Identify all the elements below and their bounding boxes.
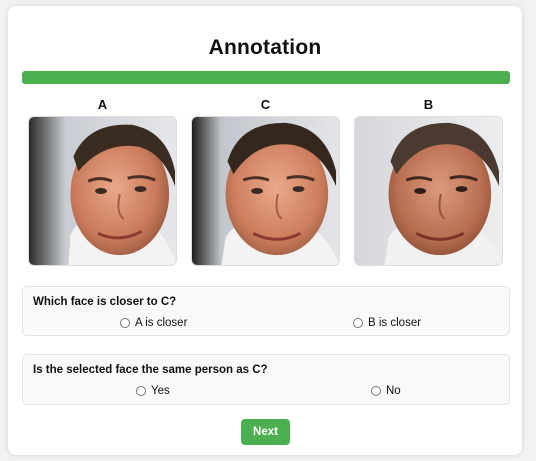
radio-a-closer[interactable] [120, 318, 130, 328]
question-closer-text: Which face is closer to C? [33, 296, 177, 308]
page-title: Annotation [208, 36, 322, 59]
option-no[interactable]: No [371, 385, 401, 397]
option-yes-label: Yes [151, 385, 170, 397]
option-b-closer[interactable]: B is closer [353, 317, 421, 329]
question-same-person-box: Is the selected face the same person as … [22, 354, 510, 405]
option-a-closer-label: A is closer [135, 317, 188, 329]
face-column-c: C [191, 98, 340, 266]
face-label-a: A [97, 97, 108, 112]
face-column-a: A [28, 98, 177, 266]
next-button[interactable]: Next [241, 419, 290, 445]
progress-bar [22, 71, 510, 84]
face-column-b: B [354, 98, 503, 266]
face-image-c [191, 116, 340, 266]
option-yes[interactable]: Yes [136, 385, 170, 397]
question-same-person-text: Is the selected face the same person as … [33, 364, 268, 376]
radio-yes[interactable] [136, 386, 146, 396]
radio-no[interactable] [371, 386, 381, 396]
option-b-closer-label: B is closer [368, 317, 422, 329]
face-label-b: B [423, 97, 434, 112]
face-image-a [28, 116, 177, 266]
option-no-label: No [386, 385, 401, 397]
radio-b-closer[interactable] [353, 318, 363, 328]
annotation-card: Annotation A C B Which face is closer to… [8, 6, 522, 455]
option-a-closer[interactable]: A is closer [120, 317, 187, 329]
progress-fill [22, 71, 510, 84]
question-closer-box: Which face is closer to C? A is closer B… [22, 286, 510, 336]
face-label-c: C [260, 97, 271, 112]
face-image-b [354, 116, 503, 266]
